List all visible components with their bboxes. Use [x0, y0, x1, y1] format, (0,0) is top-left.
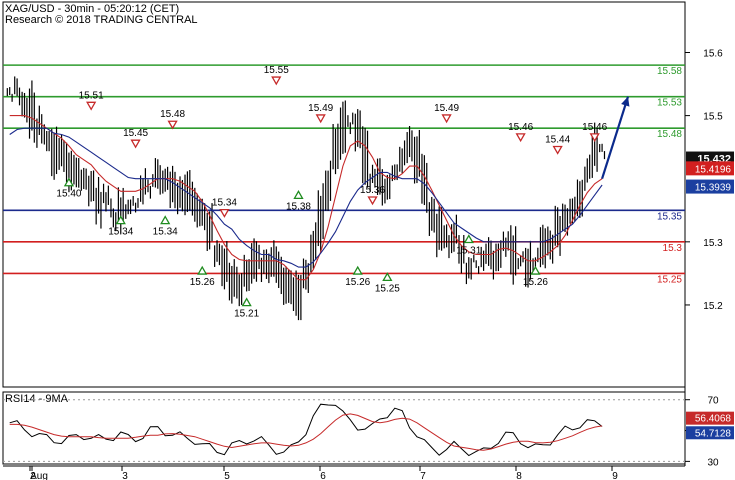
pivot-high-label: 15.45 [123, 128, 148, 139]
level-label: 15.35 [657, 211, 682, 222]
pivot-low-label: 15.26 [190, 277, 215, 288]
price-tick-label: 15.3 [703, 238, 723, 249]
pivot-high-label: 15.46 [582, 122, 607, 133]
pivot-low-label: 15.34 [153, 227, 178, 238]
pivot-low-label: 15.25 [375, 283, 400, 294]
level-label: 15.25 [657, 274, 682, 285]
pivot-high-label: 15.49 [308, 103, 333, 114]
x-tick-label: 6 [320, 471, 326, 480]
rsi-badge-label: 54.7128 [695, 428, 732, 439]
x-tick-label: 3 [122, 471, 128, 480]
price-badge-label: 15.4196 [695, 164, 732, 175]
pivot-high-label: 15.49 [434, 103, 459, 114]
level-label: 15.3 [663, 243, 683, 254]
x-tick-label: 2 [30, 471, 36, 480]
rsi-badge-label: 56.4068 [695, 414, 732, 425]
chart-canvas: XAG/USD - 30min - 05:20:12 (CET) Researc… [2, 1, 734, 480]
pivot-high-label: 15.46 [508, 122, 533, 133]
x-tick-label: 9 [612, 471, 618, 480]
pivot-low-label: 15.40 [56, 189, 81, 200]
pivot-low-label: 15.38 [286, 201, 311, 212]
rsi-panel-frame [2, 391, 686, 465]
level-label: 15.58 [657, 66, 682, 77]
price-badge-label: 15.3939 [695, 183, 732, 194]
pivot-high-label: 15.48 [160, 109, 185, 120]
rsi-tick-label: 30 [707, 457, 719, 468]
rsi-title: RSI14 - 9MA [5, 393, 69, 405]
level-label: 15.53 [657, 98, 682, 109]
pivot-low-label: 15.26 [523, 277, 548, 288]
pivot-low-label: 15.26 [345, 277, 370, 288]
pivot-low-label: 15.21 [234, 309, 259, 320]
x-tick-label: 8 [516, 471, 522, 480]
pivot-high-label: 15.55 [264, 65, 289, 76]
pivot-high-label: 15.36 [360, 185, 385, 196]
pivot-high-label: 15.51 [79, 90, 104, 101]
chart-subtitle: Research © 2018 TRADING CENTRAL [5, 14, 198, 26]
pivot-high-label: 15.44 [545, 134, 570, 145]
price-tick-label: 15.2 [703, 301, 723, 312]
price-tick-label: 15.6 [703, 48, 723, 59]
price-badges: 15.43215.419615.3939 [686, 151, 734, 194]
pivot-low-label: 15.31 [456, 246, 481, 257]
pivot-low-label: 15.34 [108, 227, 133, 238]
x-tick-label: 5 [224, 471, 230, 480]
pivot-high-label: 15.34 [212, 198, 237, 209]
rsi-tick-label: 70 [707, 396, 719, 407]
level-label: 15.48 [657, 129, 682, 140]
time-x-axis-ticks: Aug2 3 5 6 7 8 9 [29, 466, 618, 480]
price-tick-label: 15.5 [703, 112, 723, 123]
x-tick-label: 7 [420, 471, 426, 480]
